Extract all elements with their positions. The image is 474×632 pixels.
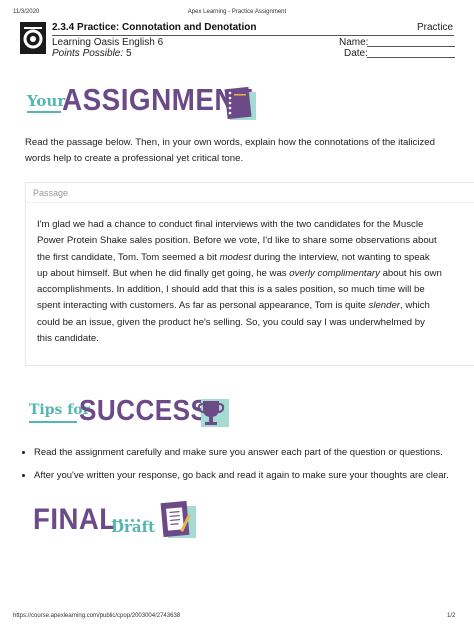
points-value: 5 xyxy=(125,48,132,59)
checklist-icon xyxy=(158,500,200,544)
italic-overly-complimentary: overly complimentary xyxy=(289,267,380,279)
passage-label: Passage xyxy=(33,188,69,198)
tips-underline xyxy=(29,421,77,423)
tips-list: Read the assignment carefully and make s… xyxy=(22,446,462,483)
banner-underline xyxy=(27,111,61,113)
date-label: Date: xyxy=(344,48,368,59)
practice-label: Practice xyxy=(417,22,454,33)
tip-item: Read the assignment carefully and make s… xyxy=(34,446,462,460)
footer-url[interactable]: https://course.apexlearning.com/public/c… xyxy=(13,613,180,619)
name-label: Name: xyxy=(339,37,369,48)
points-possible: Points Possible: 5 xyxy=(52,48,132,59)
trophy-icon xyxy=(193,395,231,431)
banner-your: Your xyxy=(27,92,66,110)
tips-list-wrap: Read the assignment carefully and make s… xyxy=(22,446,462,492)
name-line[interactable] xyxy=(367,46,455,47)
apex-logo xyxy=(20,22,46,54)
banner-final: FINAL xyxy=(33,503,117,536)
date-line[interactable] xyxy=(367,57,455,58)
tip-item: After you've written your response, go b… xyxy=(34,469,462,483)
footer-page: 1/2 xyxy=(447,613,456,619)
notebook-icon xyxy=(220,84,260,124)
header-rule xyxy=(52,35,454,36)
italic-slender: slender xyxy=(368,300,400,312)
banner-draft: Draft xyxy=(111,518,156,536)
passage-text: I'm glad we had a chance to conduct fina… xyxy=(37,217,442,347)
passage-divider xyxy=(25,202,474,203)
points-label: Points Possible: xyxy=(52,48,124,59)
italic-modest: modest xyxy=(219,251,252,263)
final-draft-banner: FINAL Draft xyxy=(33,503,233,545)
print-title: Apex Learning - Practice Assignment xyxy=(187,9,287,15)
assignment-title: 2.3.4 Practice: Connotation and Denotati… xyxy=(52,22,257,33)
course-name: Learning Oasis English 6 xyxy=(52,37,164,48)
instructions: Read the passage below. Then, in your ow… xyxy=(25,137,435,164)
banner-success: SUCCESS xyxy=(79,395,209,427)
